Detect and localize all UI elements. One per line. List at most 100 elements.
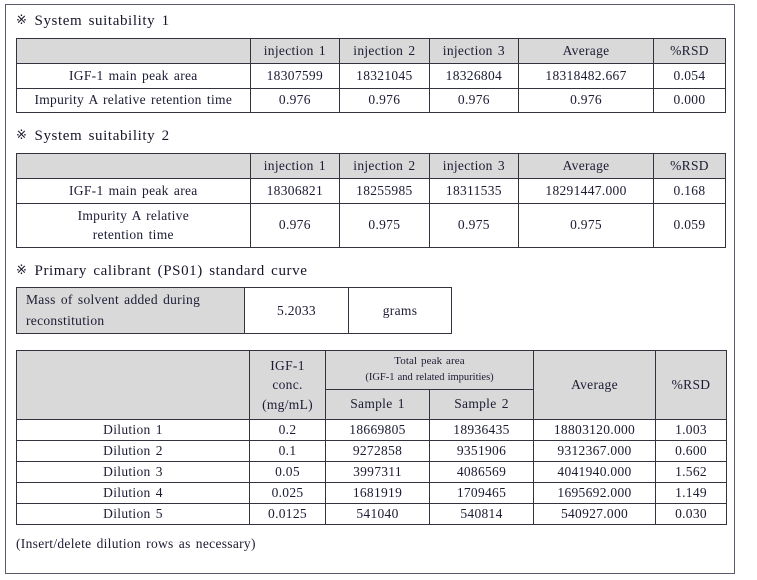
reference-mark-icon: ※	[16, 126, 28, 142]
table-header-row-top: IGF-1 conc. (mg/mL) Total peak area (IGF…	[16, 349, 727, 420]
column-header-total-peak-area-group: Total peak area (IGF-1 and related impur…	[325, 349, 534, 390]
cell-average: 18318482.667	[518, 62, 654, 89]
cell-average: 1695692.000	[533, 481, 656, 504]
cell-injection-2: 18321045	[339, 62, 430, 89]
cell-injection-1: 18306821	[249, 177, 341, 204]
cell-rsd: 0.168	[652, 177, 727, 204]
column-header-sample-2: Sample 2	[429, 388, 534, 420]
column-header-blank	[16, 37, 251, 64]
cell-conc: 0.1	[249, 439, 326, 462]
section-title-text: System suitability 2	[34, 127, 170, 144]
section-heading-system-suitability-1: ※ System suitability 1	[16, 12, 726, 31]
cell-average: 4041940.000	[533, 460, 656, 483]
cell-average: 540927.000	[533, 502, 656, 525]
column-header-injection-2: injection 2	[339, 152, 430, 179]
row-label-impurity-a-relative-retention-time: Impurity A relative retention time	[16, 202, 251, 248]
column-header-injection-1: injection 1	[249, 37, 341, 64]
row-label-line-1: Mass of solvent added during	[26, 292, 201, 308]
cell-injection-1: 0.976	[249, 87, 341, 113]
column-header-injection-2: injection 2	[339, 37, 430, 64]
table-row: Mass of solvent added during reconstitut…	[16, 287, 452, 334]
cell-sample-2: 540814	[429, 502, 534, 525]
cell-rsd: 1.149	[655, 481, 727, 504]
section-heading-system-suitability-2: ※ System suitability 2	[16, 127, 726, 146]
cell-injection-3: 0.976	[428, 87, 520, 113]
table-row: Dilution 1 0.2 18669805 18936435 1880312…	[16, 418, 727, 441]
cell-rsd: 0.000	[652, 87, 727, 113]
cell-sample-1: 18669805	[325, 418, 430, 441]
cell-conc: 0.025	[249, 481, 326, 504]
column-header-average: Average	[518, 37, 654, 64]
cell-injection-1: 0.976	[249, 202, 341, 248]
table-row: Dilution 3 0.05 3997311 4086569 4041940.…	[16, 460, 727, 483]
cell-average: 18291447.000	[518, 177, 654, 204]
reference-mark-icon: ※	[16, 261, 28, 277]
cell-rsd: 1.562	[655, 460, 727, 483]
table-row: Dilution 5 0.0125 541040 540814 540927.0…	[16, 502, 727, 525]
cell-average: 9312367.000	[533, 439, 656, 462]
cell-injection-2: 0.976	[339, 87, 430, 113]
column-header-blank	[16, 152, 251, 179]
cell-average: 18803120.000	[533, 418, 656, 441]
row-label-line-1: Impurity A relative	[77, 207, 189, 223]
document-content: ※ System suitability 1 injection 1 inject…	[16, 12, 727, 552]
table-system-suitability-1: injection 1 injection 2 injection 3 Aver…	[16, 37, 727, 113]
table-header-row: injection 1 injection 2 injection 3 Aver…	[16, 37, 727, 64]
conc-line-2: conc.	[272, 377, 303, 393]
cell-rsd: 0.054	[652, 62, 727, 89]
row-label-dilution: Dilution 1	[16, 418, 250, 441]
column-header-rsd: %RSD	[652, 152, 727, 179]
row-label-dilution: Dilution 4	[16, 481, 250, 504]
peak-group-line-1: Total peak area	[394, 355, 465, 368]
cell-injection-3: 0.975	[428, 202, 520, 248]
table-row: IGF-1 main peak area 18306821 18255985 1…	[16, 177, 727, 204]
column-header-average: Average	[518, 152, 654, 179]
table-row: Impurity A relative retention time 0.976…	[16, 87, 727, 113]
cell-average: 0.975	[518, 202, 654, 248]
table-row: Dilution 2 0.1 9272858 9351906 9312367.0…	[16, 439, 727, 462]
cell-injection-3: 18326804	[428, 62, 520, 89]
table-row: Impurity A relative retention time 0.976…	[16, 202, 727, 248]
column-header-injection-3: injection 3	[428, 152, 520, 179]
table-system-suitability-2: injection 1 injection 2 injection 3 Aver…	[16, 152, 727, 248]
table-dilution-series: IGF-1 conc. (mg/mL) Total peak area (IGF…	[16, 349, 727, 525]
cell-sample-2: 1709465	[429, 481, 534, 504]
column-header-sample-1: Sample 1	[325, 388, 430, 420]
table-solvent-mass: Mass of solvent added during reconstitut…	[16, 287, 452, 334]
column-header-injection-1: injection 1	[249, 152, 341, 179]
table-row: IGF-1 main peak area 18307599 18321045 1…	[16, 62, 727, 89]
cell-conc: 0.05	[249, 460, 326, 483]
column-header-injection-3: injection 3	[428, 37, 520, 64]
row-label-igf1-main-peak-area: IGF-1 main peak area	[16, 62, 251, 89]
cell-sample-2: 4086569	[429, 460, 534, 483]
cell-sample-1: 9272858	[325, 439, 430, 462]
cell-injection-2: 18255985	[339, 177, 430, 204]
table-row: Dilution 4 0.025 1681919 1709465 1695692…	[16, 481, 727, 504]
cell-sample-1: 1681919	[325, 481, 430, 504]
section-title-text: System suitability 1	[34, 13, 170, 29]
conc-line-1: IGF-1	[270, 357, 305, 373]
table-header-row: injection 1 injection 2 injection 3 Aver…	[16, 152, 727, 179]
row-label-dilution: Dilution 2	[16, 439, 250, 462]
cell-solvent-mass-unit: grams	[348, 287, 452, 334]
row-label-mass-of-solvent: Mass of solvent added during reconstitut…	[16, 287, 245, 334]
reference-mark-icon: ※	[16, 12, 28, 27]
column-header-blank	[16, 349, 250, 420]
row-label-impurity-a-relative-retention-time: Impurity A relative retention time	[16, 87, 251, 113]
row-label-dilution: Dilution 3	[16, 460, 250, 483]
row-label-igf1-main-peak-area: IGF-1 main peak area	[16, 177, 251, 204]
cell-injection-1: 18307599	[249, 62, 341, 89]
cell-solvent-mass-value: 5.2033	[244, 287, 349, 334]
cell-injection-2: 0.975	[339, 202, 430, 248]
cell-conc: 0.0125	[249, 502, 326, 525]
cell-rsd: 0.059	[652, 202, 727, 248]
column-header-average: Average	[533, 349, 656, 420]
column-header-igf1-conc: IGF-1 conc. (mg/mL)	[249, 349, 326, 420]
footnote-insert-delete-rows: (Insert/delete dilution rows as necessar…	[16, 535, 256, 551]
section-heading-primary-calibrant: ※ Primary calibrant (PS01) standard curve	[16, 262, 726, 281]
cell-conc: 0.2	[249, 418, 326, 441]
conc-line-3: (mg/mL)	[262, 396, 313, 412]
cell-sample-2: 9351906	[429, 439, 534, 462]
cell-rsd: 0.600	[655, 439, 727, 462]
cell-sample-1: 3997311	[325, 460, 430, 483]
